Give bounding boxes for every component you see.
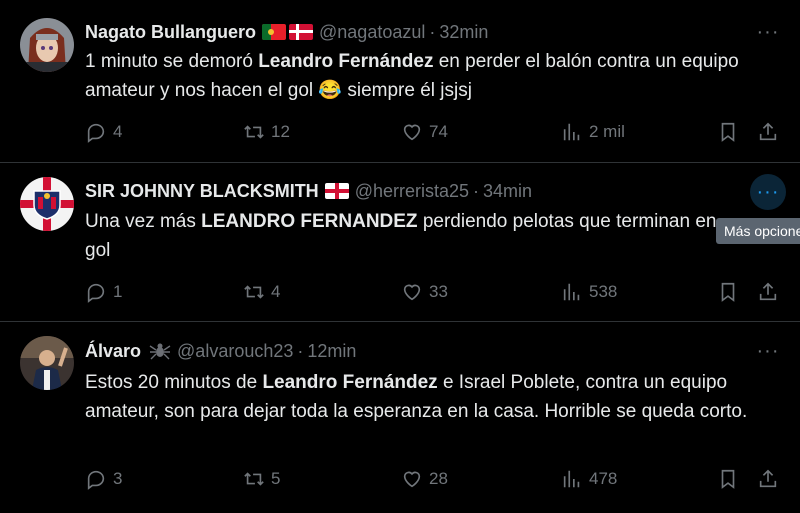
more-options-tooltip: Más opciones — [716, 218, 800, 244]
separator: · — [473, 180, 480, 201]
reply-icon — [87, 123, 105, 143]
more-icon: ··· — [756, 20, 780, 43]
like-button[interactable]: 33 — [401, 277, 448, 307]
separator: · — [429, 21, 436, 42]
bookmark-icon — [721, 122, 735, 142]
share-button[interactable] — [757, 277, 785, 307]
retweet-button[interactable]: 4 — [243, 277, 280, 307]
reply-button[interactable]: 1 — [85, 277, 122, 307]
bookmark-button[interactable] — [717, 464, 745, 494]
share-button[interactable] — [757, 117, 785, 147]
heart-icon — [403, 284, 421, 301]
like-count: 28 — [429, 469, 448, 488]
share-icon — [759, 282, 777, 301]
retweet-icon — [244, 125, 264, 139]
text-segment: Una vez más — [85, 211, 202, 232]
more-options-button[interactable]: ··· — [750, 174, 786, 210]
timestamp[interactable]: 12min — [307, 341, 356, 362]
retweet-count: 4 — [271, 282, 281, 301]
club-crest-avatar-icon — [20, 177, 74, 231]
more-icon: ··· — [756, 339, 780, 362]
mention-bold: Leandro Fernández — [262, 372, 438, 393]
reply-icon — [87, 283, 105, 303]
views-button[interactable]: 2 mil — [561, 117, 625, 147]
separator: · — [297, 340, 304, 361]
tweet-1[interactable]: Nagato Bullanguero @nagatoazul · 32min ·… — [0, 0, 800, 163]
retweet-button[interactable]: 12 — [243, 117, 290, 147]
reply-count: 1 — [113, 282, 123, 301]
reply-button[interactable]: 3 — [85, 464, 122, 494]
views-button[interactable]: 538 — [561, 277, 617, 307]
bookmark-button[interactable] — [717, 277, 745, 307]
author-name[interactable]: SIR JOHNNY BLACKSMITH — [85, 181, 319, 202]
reply-count: 4 — [113, 122, 123, 141]
tweet-2[interactable]: SIR JOHNNY BLACKSMITH @herrerista25 · 34… — [0, 163, 800, 322]
view-count: 2 mil — [589, 122, 625, 141]
share-icon — [759, 122, 777, 141]
laughing-emoji-icon: 😂 — [318, 80, 343, 101]
author-name[interactable]: Nagato Bullanguero — [85, 22, 256, 43]
bookmark-button[interactable] — [717, 117, 745, 147]
more-icon: ··· — [756, 180, 780, 203]
author-handle[interactable]: @nagatoazul — [319, 22, 425, 43]
mention-bold: LEANDRO FERNANDEZ — [201, 211, 418, 232]
avatar[interactable] — [20, 177, 74, 231]
retweet-button[interactable]: 5 — [243, 464, 280, 494]
like-count: 74 — [429, 122, 448, 141]
more-options-button[interactable]: ··· — [750, 333, 786, 369]
portugal-flag-icon — [262, 24, 287, 40]
retweet-count: 12 — [271, 122, 290, 141]
share-icon — [759, 469, 777, 488]
bookmark-icon — [721, 469, 735, 489]
spider-icon — [149, 340, 171, 362]
text-segment: siempre él jsjsj — [342, 80, 472, 101]
view-count: 478 — [589, 469, 618, 488]
heart-icon — [403, 471, 421, 488]
masked-ninja-avatar-icon — [20, 18, 74, 72]
tweet-text: Estos 20 minutos de Leandro Fernández e … — [85, 368, 755, 426]
england-flag-icon — [324, 183, 349, 199]
tweet-3[interactable]: Álvaro @alvarouch23 · 12min ··· Estos 20… — [0, 322, 800, 513]
person-photo-avatar-icon — [20, 336, 74, 390]
bookmark-icon — [721, 282, 735, 302]
mention-bold: Leandro Fernández — [258, 51, 434, 72]
author-handle[interactable]: @herrerista25 — [355, 181, 469, 202]
text-segment: Estos 20 minutos de — [85, 372, 263, 393]
author-name[interactable]: Álvaro — [85, 341, 141, 362]
tweet-text: 1 minuto se demoró Leandro Fernández en … — [85, 47, 785, 105]
author-handle[interactable]: @alvarouch23 — [177, 341, 293, 362]
more-options-button[interactable]: ··· — [750, 14, 786, 50]
views-button[interactable]: 478 — [561, 464, 617, 494]
tweet-text: Una vez más LEANDRO FERNANDEZ perdiendo … — [85, 207, 725, 265]
heart-icon — [403, 124, 421, 141]
avatar[interactable] — [20, 18, 74, 72]
reply-count: 3 — [113, 469, 123, 488]
like-button[interactable]: 28 — [401, 464, 448, 494]
text-segment: 1 minuto se demoró — [85, 51, 259, 72]
like-count: 33 — [429, 282, 448, 301]
views-chart-icon — [563, 123, 580, 141]
view-count: 538 — [589, 282, 618, 301]
like-button[interactable]: 74 — [401, 117, 448, 147]
share-button[interactable] — [757, 464, 785, 494]
views-chart-icon — [563, 470, 580, 488]
views-chart-icon — [563, 283, 580, 301]
retweet-count: 5 — [271, 469, 281, 488]
timestamp[interactable]: 34min — [483, 181, 532, 202]
reply-icon — [87, 470, 105, 490]
timestamp[interactable]: 32min — [439, 22, 488, 43]
reply-button[interactable]: 4 — [85, 117, 122, 147]
denmark-flag-icon — [289, 24, 314, 40]
retweet-icon — [244, 285, 264, 299]
retweet-icon — [244, 472, 264, 486]
avatar[interactable] — [20, 336, 74, 390]
